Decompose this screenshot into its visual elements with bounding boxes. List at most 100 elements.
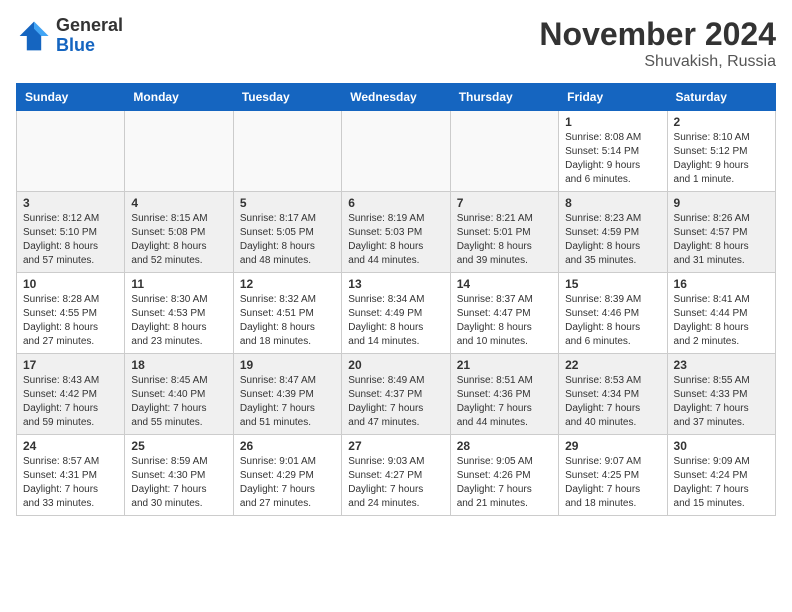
day-info: Sunrise: 8:55 AM Sunset: 4:33 PM Dayligh… [674, 374, 769, 430]
table-row: 24 Sunrise: 8:57 AM Sunset: 4:31 PM Dayli… [17, 435, 125, 516]
day-number: 19 [240, 358, 335, 372]
day-number: 8 [565, 196, 660, 210]
day-number: 28 [457, 439, 552, 453]
table-row: 28 Sunrise: 9:05 AM Sunset: 4:26 PM Dayli… [450, 435, 558, 516]
day-info: Sunrise: 8:19 AM Sunset: 5:03 PM Dayligh… [348, 212, 443, 268]
table-row: 8 Sunrise: 8:23 AM Sunset: 4:59 PM Daylig… [559, 192, 667, 273]
day-info: Sunrise: 8:23 AM Sunset: 4:59 PM Dayligh… [565, 212, 660, 268]
day-number: 18 [131, 358, 226, 372]
col-sunday: Sunday [17, 84, 125, 111]
day-info: Sunrise: 9:05 AM Sunset: 4:26 PM Dayligh… [457, 455, 552, 511]
day-number: 9 [674, 196, 769, 210]
table-row: 20 Sunrise: 8:49 AM Sunset: 4:37 PM Dayli… [342, 354, 450, 435]
table-row: 12 Sunrise: 8:32 AM Sunset: 4:51 PM Dayli… [233, 273, 341, 354]
table-row: 13Sunrise: 8:34 AM Sunset: 4:49 PM Dayli… [342, 273, 450, 354]
page-header: General Blue November 2024 Shuvakish, Ru… [16, 16, 776, 71]
logo-text: General Blue [56, 16, 123, 56]
table-row: 26 Sunrise: 9:01 AM Sunset: 4:29 PM Dayli… [233, 435, 341, 516]
day-info: Sunrise: 8:34 AM Sunset: 4:49 PM Dayligh… [348, 293, 443, 349]
table-row [17, 111, 125, 192]
day-info: Sunrise: 9:07 AM Sunset: 4:25 PM Dayligh… [565, 455, 660, 511]
col-tuesday: Tuesday [233, 84, 341, 111]
table-row: 15 Sunrise: 8:39 AM Sunset: 4:46 PM Dayli… [559, 273, 667, 354]
table-row: 18 Sunrise: 8:45 AM Sunset: 4:40 PM Dayli… [125, 354, 233, 435]
table-row: 1 Sunrise: 8:08 AM Sunset: 5:14 PM Daylig… [559, 111, 667, 192]
calendar-week-row: 24 Sunrise: 8:57 AM Sunset: 4:31 PM Dayli… [17, 435, 776, 516]
day-info: Sunrise: 8:17 AM Sunset: 5:05 PM Dayligh… [240, 212, 335, 268]
table-row: 3 Sunrise: 8:12 AM Sunset: 5:10 PM Daylig… [17, 192, 125, 273]
day-info: Sunrise: 8:21 AM Sunset: 5:01 PM Dayligh… [457, 212, 552, 268]
day-number: 16 [674, 277, 769, 291]
calendar-table: Sunday Monday Tuesday Wednesday Thursday… [16, 83, 776, 516]
day-number: 20 [348, 358, 443, 372]
table-row: 16 Sunrise: 8:41 AM Sunset: 4:44 PM Dayli… [667, 273, 775, 354]
day-number: 23 [674, 358, 769, 372]
day-info: Sunrise: 9:03 AM Sunset: 4:27 PM Dayligh… [348, 455, 443, 511]
table-row: 27Sunrise: 9:03 AM Sunset: 4:27 PM Dayli… [342, 435, 450, 516]
day-info: Sunrise: 8:37 AM Sunset: 4:47 PM Dayligh… [457, 293, 552, 349]
table-row [125, 111, 233, 192]
table-row: 21 Sunrise: 8:51 AM Sunset: 4:36 PM Dayli… [450, 354, 558, 435]
table-row: 23 Sunrise: 8:55 AM Sunset: 4:33 PM Dayli… [667, 354, 775, 435]
col-thursday: Thursday [450, 84, 558, 111]
location-title: Shuvakish, Russia [539, 53, 776, 71]
day-info: Sunrise: 8:30 AM Sunset: 4:53 PM Dayligh… [131, 293, 226, 349]
day-info: Sunrise: 8:43 AM Sunset: 4:42 PM Dayligh… [23, 374, 118, 430]
day-info: Sunrise: 8:32 AM Sunset: 4:51 PM Dayligh… [240, 293, 335, 349]
day-info: Sunrise: 8:49 AM Sunset: 4:37 PM Dayligh… [348, 374, 443, 430]
day-info: Sunrise: 8:53 AM Sunset: 4:34 PM Dayligh… [565, 374, 660, 430]
day-info: Sunrise: 8:08 AM Sunset: 5:14 PM Dayligh… [565, 131, 660, 187]
day-number: 25 [131, 439, 226, 453]
table-row: 14 Sunrise: 8:37 AM Sunset: 4:47 PM Dayli… [450, 273, 558, 354]
day-number: 1 [565, 115, 660, 129]
calendar-week-row: 1 Sunrise: 8:08 AM Sunset: 5:14 PM Daylig… [17, 111, 776, 192]
day-info: Sunrise: 8:28 AM Sunset: 4:55 PM Dayligh… [23, 293, 118, 349]
day-info: Sunrise: 8:12 AM Sunset: 5:10 PM Dayligh… [23, 212, 118, 268]
day-info: Sunrise: 8:39 AM Sunset: 4:46 PM Dayligh… [565, 293, 660, 349]
table-row: 2Sunrise: 8:10 AM Sunset: 5:12 PM Daylig… [667, 111, 775, 192]
day-number: 26 [240, 439, 335, 453]
logo: General Blue [16, 16, 123, 56]
day-number: 29 [565, 439, 660, 453]
day-number: 14 [457, 277, 552, 291]
table-row: 7Sunrise: 8:21 AM Sunset: 5:01 PM Daylig… [450, 192, 558, 273]
calendar-week-row: 10Sunrise: 8:28 AM Sunset: 4:55 PM Dayli… [17, 273, 776, 354]
table-row [450, 111, 558, 192]
day-number: 30 [674, 439, 769, 453]
day-number: 11 [131, 277, 226, 291]
table-row: 30Sunrise: 9:09 AM Sunset: 4:24 PM Dayli… [667, 435, 775, 516]
table-row: 6 Sunrise: 8:19 AM Sunset: 5:03 PM Daylig… [342, 192, 450, 273]
table-row: 10Sunrise: 8:28 AM Sunset: 4:55 PM Dayli… [17, 273, 125, 354]
day-info: Sunrise: 8:59 AM Sunset: 4:30 PM Dayligh… [131, 455, 226, 511]
day-info: Sunrise: 9:01 AM Sunset: 4:29 PM Dayligh… [240, 455, 335, 511]
day-number: 15 [565, 277, 660, 291]
day-number: 6 [348, 196, 443, 210]
day-number: 12 [240, 277, 335, 291]
table-row: 4Sunrise: 8:15 AM Sunset: 5:08 PM Daylig… [125, 192, 233, 273]
day-number: 24 [23, 439, 118, 453]
day-number: 5 [240, 196, 335, 210]
table-row: 25 Sunrise: 8:59 AM Sunset: 4:30 PM Dayli… [125, 435, 233, 516]
title-area: November 2024 Shuvakish, Russia [539, 16, 776, 71]
col-monday: Monday [125, 84, 233, 111]
calendar-header-row: Sunday Monday Tuesday Wednesday Thursday… [17, 84, 776, 111]
logo-blue-label: Blue [56, 36, 123, 56]
table-row: 9 Sunrise: 8:26 AM Sunset: 4:57 PM Daylig… [667, 192, 775, 273]
day-info: Sunrise: 8:57 AM Sunset: 4:31 PM Dayligh… [23, 455, 118, 511]
table-row: 5 Sunrise: 8:17 AM Sunset: 5:05 PM Daylig… [233, 192, 341, 273]
calendar-week-row: 3 Sunrise: 8:12 AM Sunset: 5:10 PM Daylig… [17, 192, 776, 273]
day-info: Sunrise: 8:47 AM Sunset: 4:39 PM Dayligh… [240, 374, 335, 430]
col-friday: Friday [559, 84, 667, 111]
day-info: Sunrise: 8:26 AM Sunset: 4:57 PM Dayligh… [674, 212, 769, 268]
day-info: Sunrise: 8:51 AM Sunset: 4:36 PM Dayligh… [457, 374, 552, 430]
logo-general-label: General [56, 16, 123, 36]
logo-icon [16, 18, 52, 54]
day-info: Sunrise: 8:15 AM Sunset: 5:08 PM Dayligh… [131, 212, 226, 268]
day-info: Sunrise: 8:45 AM Sunset: 4:40 PM Dayligh… [131, 374, 226, 430]
day-info: Sunrise: 8:10 AM Sunset: 5:12 PM Dayligh… [674, 131, 769, 187]
day-number: 17 [23, 358, 118, 372]
day-info: Sunrise: 8:41 AM Sunset: 4:44 PM Dayligh… [674, 293, 769, 349]
day-number: 21 [457, 358, 552, 372]
day-number: 3 [23, 196, 118, 210]
day-number: 22 [565, 358, 660, 372]
